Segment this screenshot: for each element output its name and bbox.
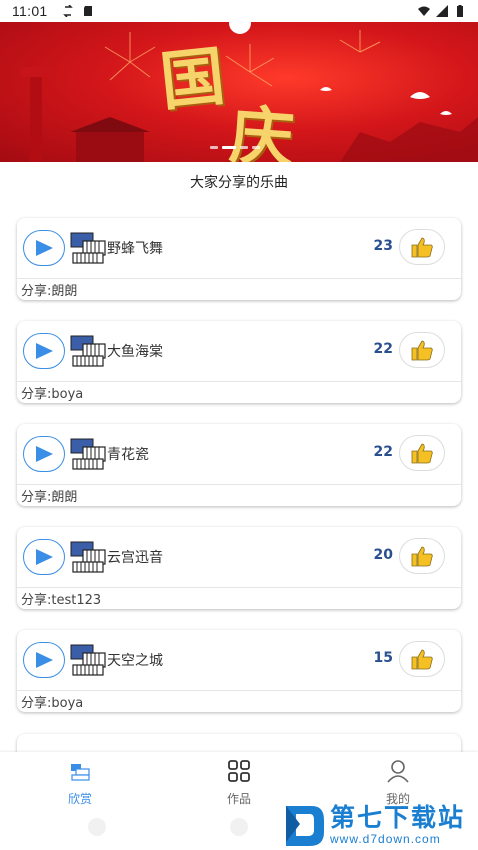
watermark: 第七下载站 www.d7down.com xyxy=(282,800,474,850)
sd-card-icon xyxy=(83,6,92,16)
song-card[interactable]: 天空之城 15 分享:boya xyxy=(17,630,461,712)
banner-title-char-1: 国 xyxy=(156,38,229,121)
play-button[interactable] xyxy=(23,333,65,369)
person-icon xyxy=(387,760,409,783)
sharer-label: 分享:test123 xyxy=(21,593,102,608)
thumbs-up-icon xyxy=(411,237,433,258)
song-card[interactable]: 野蜂飞舞 23 分享:朗朗 xyxy=(17,218,461,300)
play-icon xyxy=(36,343,53,359)
song-name: 大鱼海棠 xyxy=(107,344,163,360)
wifi-icon xyxy=(418,6,430,16)
song-card[interactable]: 青花瓷 22 分享:朗朗 xyxy=(17,424,461,506)
play-icon xyxy=(36,446,53,462)
song-list: 野蜂飞舞 23 分享:朗朗 大鱼海棠 22 分享:boya 青花瓷 22 分享:… xyxy=(17,218,461,733)
piano-keys-icon xyxy=(70,232,106,264)
play-button[interactable] xyxy=(23,230,65,266)
sharer-label: 分享:boya xyxy=(21,696,84,711)
piano-keys-icon xyxy=(70,438,106,470)
banner-pagination xyxy=(210,146,260,149)
signal-icon xyxy=(436,5,448,17)
like-count: 15 xyxy=(373,650,393,666)
like-count: 22 xyxy=(373,341,393,357)
like-button[interactable] xyxy=(399,641,445,677)
like-button[interactable] xyxy=(399,435,445,471)
sharer-label: 分享:朗朗 xyxy=(21,284,78,299)
sharer-label: 分享:boya xyxy=(21,387,84,402)
status-bar: 11:01 xyxy=(0,0,478,22)
song-card[interactable]: 大鱼海棠 22 分享:boya xyxy=(17,321,461,403)
play-icon xyxy=(36,549,53,565)
song-name: 天空之城 xyxy=(107,653,163,669)
piano-keys-icon xyxy=(70,335,106,367)
watermark-logo-icon xyxy=(286,806,324,846)
banner-dot[interactable] xyxy=(252,146,260,149)
banner-dot[interactable] xyxy=(240,146,248,149)
play-button[interactable] xyxy=(23,642,65,678)
song-name: 云宫迅音 xyxy=(107,550,163,566)
watermark-url: www.d7down.com xyxy=(330,832,441,846)
play-icon xyxy=(36,652,53,668)
play-button[interactable] xyxy=(23,436,65,472)
song-name: 青花瓷 xyxy=(107,447,149,463)
nav-tab-works[interactable]: 作品 xyxy=(189,758,289,807)
like-count: 23 xyxy=(373,238,393,254)
banner-dot[interactable] xyxy=(210,146,218,149)
nav-label-works: 作品 xyxy=(226,792,251,806)
section-title: 大家分享的乐曲 xyxy=(190,175,288,191)
grid-icon xyxy=(228,760,250,782)
song-card[interactable]: 云宫迅音 20 分享:test123 xyxy=(17,527,461,609)
battery-icon xyxy=(457,5,463,17)
sync-icon xyxy=(62,5,73,17)
like-count: 20 xyxy=(373,547,393,563)
like-count: 22 xyxy=(373,444,393,460)
like-button[interactable] xyxy=(399,229,445,265)
song-name: 野蜂飞舞 xyxy=(107,241,163,257)
piano-keys-icon xyxy=(70,644,106,676)
like-button[interactable] xyxy=(399,538,445,574)
banner-dot-active[interactable] xyxy=(222,146,236,149)
watermark-main-text: 第七下载站 xyxy=(330,803,466,832)
banner-title-char-2: 庆 xyxy=(227,97,297,162)
thumbs-up-icon xyxy=(411,649,433,670)
play-button[interactable] xyxy=(23,539,65,575)
play-icon xyxy=(36,240,53,256)
music-scene-icon xyxy=(71,764,90,781)
nav-label-appreciate: 欣赏 xyxy=(67,792,92,806)
thumbs-up-icon xyxy=(411,546,433,567)
sharer-label: 分享:朗朗 xyxy=(21,490,78,505)
thumbs-up-icon xyxy=(411,443,433,464)
nav-tab-appreciate[interactable]: 欣赏 xyxy=(30,758,130,807)
national-day-banner[interactable]: 国 庆 xyxy=(0,22,478,162)
status-time: 11:01 xyxy=(12,3,48,19)
like-button[interactable] xyxy=(399,332,445,368)
piano-keys-icon xyxy=(70,541,106,573)
thumbs-up-icon xyxy=(411,340,433,361)
